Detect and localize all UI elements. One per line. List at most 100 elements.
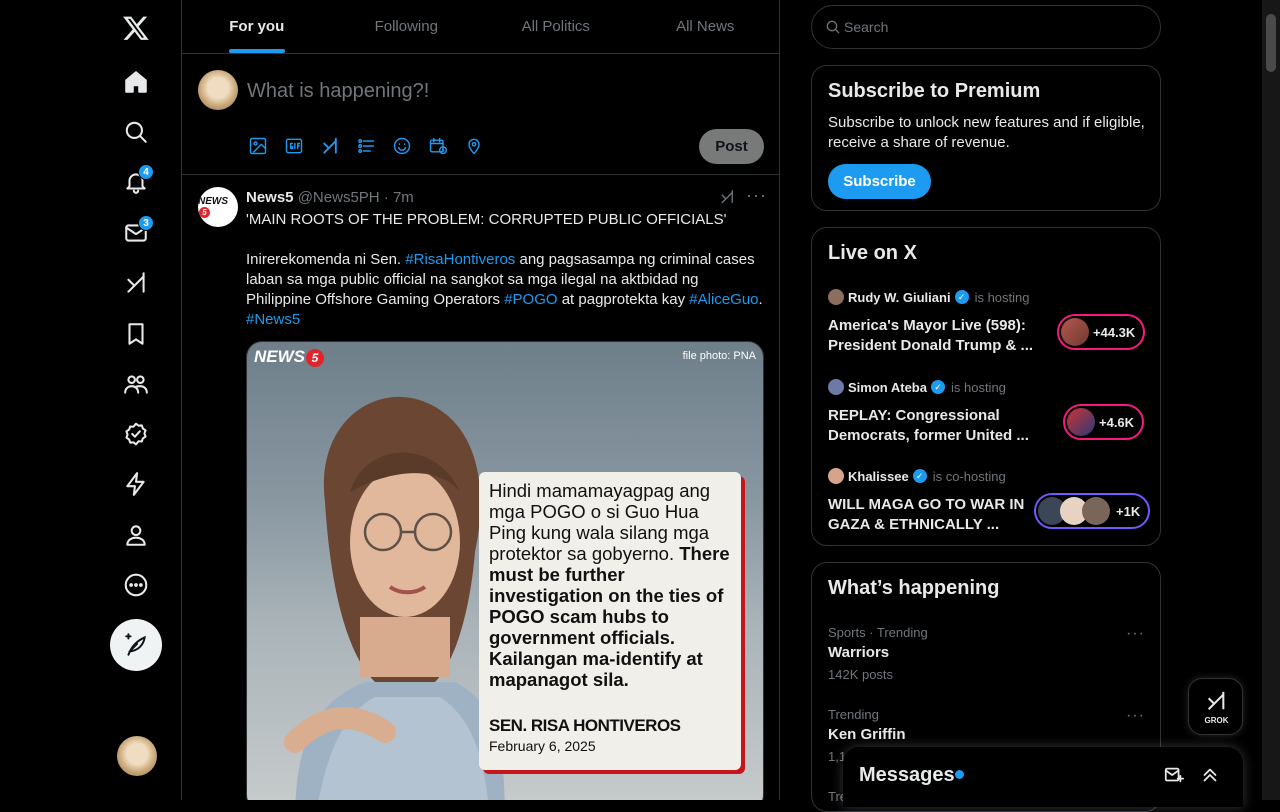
tab-following[interactable]: Following [332, 0, 482, 53]
grok-label: GROK [1204, 716, 1229, 725]
photo-credit: file photo: PNA [682, 350, 756, 362]
live-listeners-pill[interactable]: +44.3K [1057, 314, 1146, 350]
live-host[interactable]: Rudy W. Giuliani ✓ is hosting [828, 289, 1029, 305]
premium-description: Subscribe to unlock new features and if … [828, 114, 1145, 151]
live-space-title[interactable]: America's Mayor Live (598): President Do… [828, 316, 1040, 356]
host-status: is hosting [974, 289, 1030, 305]
emoji-icon[interactable] [392, 136, 412, 156]
tweet-body-text: Inirerekomenda ni Sen. [246, 251, 406, 268]
tweet-image[interactable]: NEWS 5 file photo: PNA Hindi mamamayagpag… [246, 341, 764, 800]
x-logo-icon[interactable] [112, 4, 160, 52]
grok-nav-icon[interactable] [112, 259, 160, 307]
search-box[interactable] [811, 5, 1161, 49]
profile-icon[interactable] [112, 511, 160, 559]
composer-input[interactable]: What is happening?! [247, 80, 429, 103]
live-host[interactable]: Simon Ateba ✓ is hosting [828, 379, 1006, 395]
verified-icon[interactable] [112, 410, 160, 458]
expand-drawer-icon[interactable] [1199, 764, 1221, 786]
media-logo-number: 5 [306, 349, 324, 367]
trend-more-icon[interactable]: ··· [1126, 707, 1145, 725]
hashtag-link[interactable]: #News5 [246, 311, 300, 328]
host-avatar [828, 379, 844, 395]
live-space-title[interactable]: WILL MAGA GO TO WAR IN GAZA & ETHNICALLY… [828, 495, 1040, 535]
schedule-icon[interactable] [428, 136, 448, 156]
grok-explain-icon[interactable] [718, 188, 736, 206]
listener-count: +44.3K [1093, 324, 1136, 340]
media-icon[interactable] [248, 136, 268, 156]
grok-compose-icon[interactable] [320, 136, 340, 156]
tweet-author-handle[interactable]: @News5PH [298, 189, 380, 206]
media-logo-text: NEWS [254, 347, 305, 366]
hashtag-link[interactable]: #POGO [504, 291, 557, 308]
live-space-title[interactable]: REPLAY: Congressional Democrats, former … [828, 406, 1040, 446]
live-host[interactable]: Khalissee ✓ is co-hosting [828, 468, 1006, 484]
tweet-author-name[interactable]: News5 [246, 189, 294, 206]
trend-more-icon[interactable]: ··· [1126, 625, 1145, 643]
tab-for-you[interactable]: For you [182, 0, 332, 53]
messages-badge: 3 [138, 215, 154, 231]
tab-all-news[interactable]: All News [631, 0, 780, 53]
premium-card: Subscribe to Premium Subscribe to unlock… [811, 65, 1161, 211]
tab-all-politics[interactable]: All Politics [481, 0, 631, 53]
grok-button[interactable]: GROK [1188, 678, 1243, 735]
tweet-author-avatar[interactable]: NEWS5 [198, 187, 238, 227]
messages-drawer[interactable]: Messages [843, 747, 1243, 807]
listener-avatar [1082, 497, 1110, 525]
quote-plain: Hindi mamamayagpag ang mga POGO o si Guo… [489, 480, 711, 564]
more-circle-icon[interactable] [112, 561, 160, 609]
right-sidebar: Subscribe to Premium Subscribe to unlock… [811, 0, 1161, 812]
verified-badge-icon: ✓ [954, 290, 969, 304]
composer-avatar [198, 70, 238, 110]
scrollbar-thumb[interactable] [1266, 14, 1276, 72]
live-listeners-pill[interactable]: +4.6K [1063, 404, 1145, 440]
live-on-x-card: Live on X Rudy W. Giuliani ✓ is hosting … [811, 227, 1161, 546]
grok-icon [1207, 691, 1225, 710]
notifications-nav[interactable]: 4 [112, 158, 160, 206]
subscribe-button[interactable]: Subscribe [828, 164, 931, 199]
feather-post-icon [125, 633, 146, 656]
gif-icon[interactable] [284, 136, 304, 156]
trend-name[interactable]: Warriors [828, 644, 889, 661]
live-title: Live on X [828, 242, 917, 264]
tweet-header: News5 @News5PH · 7m [246, 189, 414, 206]
bookmark-icon[interactable] [112, 310, 160, 358]
host-name: Simon Ateba [848, 379, 927, 395]
new-message-icon[interactable] [1163, 764, 1185, 786]
tweet-body-text: . [758, 291, 763, 308]
trend-post-count: 142K posts [828, 667, 894, 682]
tweet-time[interactable]: 7m [393, 189, 414, 206]
verified-badge-icon: ✓ [912, 469, 927, 483]
compose-post-button[interactable] [110, 619, 162, 671]
trend-name[interactable]: Ken Griffin [828, 726, 906, 743]
live-listeners-pill[interactable]: +1K [1034, 493, 1151, 529]
account-avatar[interactable] [117, 736, 157, 776]
more-options-icon[interactable]: ··· [746, 185, 767, 206]
communities-icon[interactable] [112, 360, 160, 408]
post-button[interactable]: Post [699, 129, 764, 164]
quote-text: Hindi mamamayagpag ang mga POGO o si Guo… [489, 480, 731, 690]
search-input[interactable] [844, 16, 1144, 38]
location-icon[interactable] [464, 136, 484, 156]
lightning-icon[interactable] [112, 460, 160, 508]
home-icon[interactable] [112, 58, 160, 106]
quote-card: Hindi mamamayagpag ang mga POGO o si Guo… [479, 472, 741, 770]
poll-icon[interactable] [356, 136, 376, 156]
quote-bold: There must be further investigation on t… [489, 543, 730, 690]
host-avatar [828, 289, 844, 305]
tweet-body-text: at pagprotekta kay [557, 291, 690, 308]
page-scrollbar[interactable] [1262, 0, 1280, 800]
trend-category: Sports · Trending [828, 625, 928, 640]
hashtag-link[interactable]: #RisaHontiveros [405, 251, 515, 268]
listener-count: +1K [1116, 503, 1141, 519]
tweet[interactable]: NEWS5 News5 @News5PH · 7m ··· 'MAIN ROOT… [182, 176, 779, 800]
hashtag-link[interactable]: #AliceGuo [689, 291, 758, 308]
unread-dot [955, 770, 964, 779]
messages-title[interactable]: Messages [859, 764, 955, 787]
host-avatar [828, 468, 844, 484]
media-news5-logo: NEWS 5 [254, 347, 324, 367]
premium-title: Subscribe to Premium [828, 80, 1041, 102]
search-icon[interactable] [112, 108, 160, 156]
messages-nav[interactable]: 3 [112, 209, 160, 257]
tweet-headline: 'MAIN ROOTS OF THE PROBLEM: CORRUPTED PU… [246, 211, 727, 228]
search-icon [826, 20, 840, 34]
